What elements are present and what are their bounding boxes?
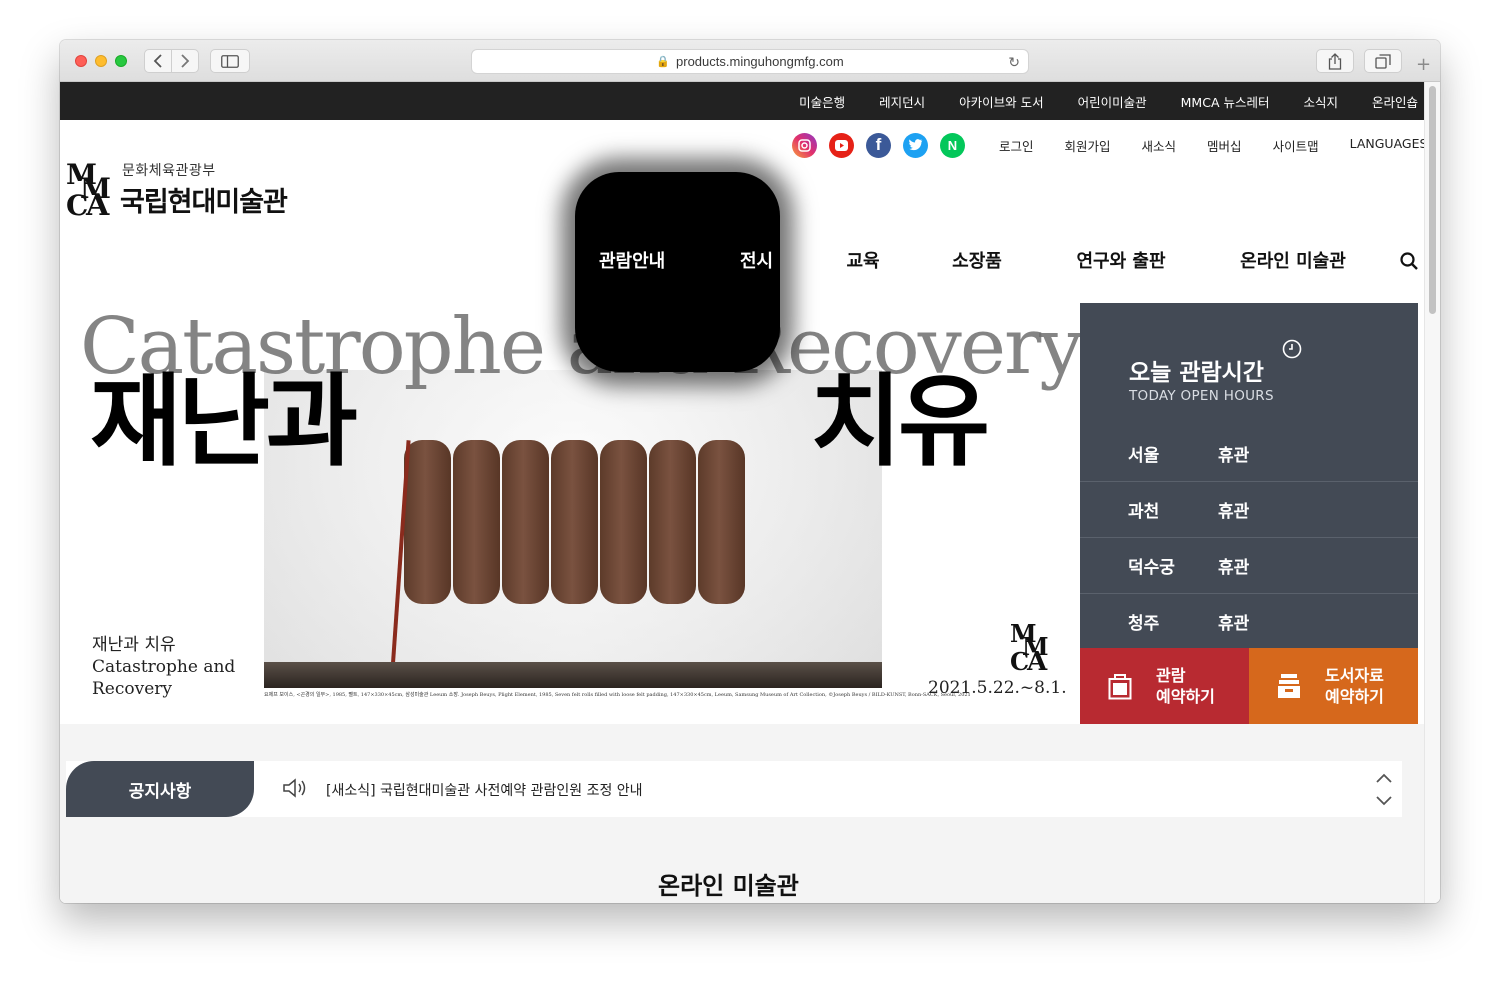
branch-status: 휴관 [1218, 445, 1250, 466]
news-link[interactable]: 새소식 [1142, 136, 1177, 155]
browser-window: 🔒 products.minguhongmfg.com ↻ + 미술은행 레지던… [60, 40, 1440, 903]
artwork-caption: 요제프 보이스, <곤경의 일부>, 1985, 펠트, 147×330×45c… [264, 692, 971, 698]
top-menu-item[interactable]: 레지던시 [879, 92, 925, 111]
naver-icon[interactable]: N [940, 132, 965, 158]
nav-exhibitions-overlay[interactable]: 전시 [740, 247, 773, 273]
login-link[interactable]: 로그인 [999, 136, 1034, 155]
chevron-up-icon [1376, 773, 1392, 783]
facebook-icon[interactable]: f [866, 132, 891, 158]
branch-name: 과천 [1128, 502, 1160, 522]
chevron-right-icon [181, 54, 190, 68]
branch-name: 덕수궁 [1128, 558, 1175, 578]
utility-links: 로그인 회원가입 새소식 멤버십 사이트맵 LANGUAGES [999, 136, 1427, 155]
exhibition-date: 2021.5.22.~8.1. [928, 678, 1067, 698]
share-button[interactable] [1316, 49, 1354, 73]
svg-text:A: A [85, 188, 110, 218]
search-icon[interactable] [1400, 252, 1418, 270]
top-menu-item[interactable]: 소식지 [1303, 92, 1338, 111]
close-window-button[interactable] [75, 55, 87, 67]
hero-title-ko-1: 재난과 [90, 363, 358, 480]
online-museum-heading: 온라인 미술관 [658, 872, 799, 900]
sidebar-icon [221, 54, 239, 68]
reload-icon[interactable]: ↻ [1008, 54, 1020, 71]
new-tab-button[interactable]: + [1416, 56, 1431, 74]
hero-small-title: 재난과 치유 Catastrophe and Recovery [92, 635, 236, 699]
opening-hours-panel: 오늘 관람시간 TODAY OPEN HOURS 서울 휴관 과천 휴관 덕수궁… [1080, 303, 1418, 648]
browser-toolbar: 🔒 products.minguhongmfg.com ↻ + [60, 40, 1440, 82]
nav-research[interactable]: 연구와 출판 [1076, 247, 1165, 273]
zoom-window-button[interactable] [115, 55, 127, 67]
top-menu-item[interactable]: 미술은행 [799, 92, 845, 111]
top-menu-item[interactable]: 온라인숍 [1372, 92, 1418, 111]
youtube-icon[interactable] [829, 132, 854, 158]
svg-text:A: A [1026, 647, 1048, 672]
hours-row: 서울 휴관 [1080, 425, 1418, 481]
hours-row: 과천 휴관 [1080, 481, 1418, 537]
notice-bar: 공지사항 [새소식] 국립현대미술관 사전예약 관람인원 조정 안내 [66, 761, 1402, 817]
hours-subtitle: TODAY OPEN HOURS [1129, 388, 1274, 404]
site-logo[interactable]: M M C A 문화체육관광부 국립현대미술관 [66, 160, 316, 220]
back-button[interactable] [144, 49, 172, 73]
share-icon [1328, 52, 1342, 70]
speaker-icon [283, 778, 306, 798]
top-menu: 미술은행 레지던시 아카이브와 도서 어린이미술관 MMCA 뉴스레터 소식지 … [765, 82, 1418, 120]
forward-button[interactable] [171, 49, 199, 73]
clock-icon [1282, 339, 1302, 359]
branch-status: 휴관 [1218, 558, 1250, 578]
tab-overview-button[interactable] [1364, 49, 1402, 73]
top-menu-item[interactable]: MMCA 뉴스레터 [1181, 92, 1270, 111]
hours-row: 덕수궁 휴관 [1080, 537, 1418, 593]
instagram-icon[interactable] [792, 132, 817, 158]
mmca-logo-mark: M M C A [1010, 622, 1049, 672]
twitter-icon[interactable] [903, 132, 928, 158]
chevron-left-icon [153, 54, 162, 68]
sidebar-toggle-button[interactable] [210, 49, 250, 73]
nav-collection[interactable]: 소장품 [952, 247, 1002, 273]
notice-link[interactable]: [새소식] 국립현대미술관 사전예약 관람인원 조정 안내 [326, 780, 643, 800]
library-reservation-button[interactable]: 도서자료 예약하기 [1249, 648, 1418, 724]
nav-visit-overlay[interactable]: 관람안내 [599, 247, 665, 273]
notice-label[interactable]: 공지사항 [66, 761, 254, 817]
page-scrollbar[interactable] [1424, 82, 1440, 903]
nav-education[interactable]: 교육 [846, 247, 879, 273]
tabs-icon [1375, 53, 1391, 69]
top-menu-item[interactable]: 아카이브와 도서 [959, 92, 1043, 111]
branch-status: 휴관 [1218, 502, 1250, 522]
mmca-logo-mark: M M C A [66, 160, 111, 218]
top-menu-item[interactable]: 어린이미술관 [1078, 92, 1147, 111]
branch-name: 서울 [1128, 445, 1160, 466]
web-page: 미술은행 레지던시 아카이브와 도서 어린이미술관 MMCA 뉴스레터 소식지 … [60, 82, 1440, 903]
svg-text:C: C [66, 189, 88, 218]
hero-title-ko-2: 치유 [810, 363, 990, 480]
membership-link[interactable]: 멤버십 [1207, 136, 1242, 155]
signup-link[interactable]: 회원가입 [1065, 136, 1111, 155]
notice-section: 공지사항 [새소식] 국립현대미술관 사전예약 관람인원 조정 안내 온라인 미… [60, 724, 1424, 903]
top-menu-bar: 미술은행 레지던시 아카이브와 도서 어린이미술관 MMCA 뉴스레터 소식지 … [60, 82, 1424, 120]
artwork-photo [264, 370, 882, 688]
scrollbar-thumb[interactable] [1429, 86, 1436, 314]
nav-online-museum[interactable]: 온라인 미술관 [1240, 247, 1346, 273]
hours-title: 오늘 관람시간 [1129, 360, 1264, 386]
hours-row: 청주 휴관 [1080, 593, 1418, 649]
sitemap-link[interactable]: 사이트맵 [1273, 136, 1319, 155]
minimize-window-button[interactable] [95, 55, 107, 67]
address-bar[interactable]: 🔒 products.minguhongmfg.com ↻ [471, 49, 1029, 74]
logo-title: 국립현대미술관 [120, 187, 288, 218]
languages-link[interactable]: LANGUAGES [1350, 136, 1428, 155]
notice-arrows [1376, 773, 1392, 806]
ticket-bag-icon [1108, 674, 1132, 700]
branch-status: 휴관 [1218, 614, 1250, 634]
branch-name: 청주 [1128, 614, 1160, 634]
lock-icon: 🔒 [656, 56, 671, 68]
url-text: products.minguhongmfg.com [676, 54, 844, 69]
visit-reservation-button[interactable]: 관람 예약하기 [1080, 648, 1249, 724]
archive-box-icon [1278, 674, 1300, 698]
chevron-down-icon [1376, 796, 1392, 806]
utility-bar: f N 로그인 회원가입 새소식 멤버십 사이트맵 LANGUAGES [792, 132, 1427, 158]
logo-subtitle: 문화체육관광부 [122, 163, 216, 179]
